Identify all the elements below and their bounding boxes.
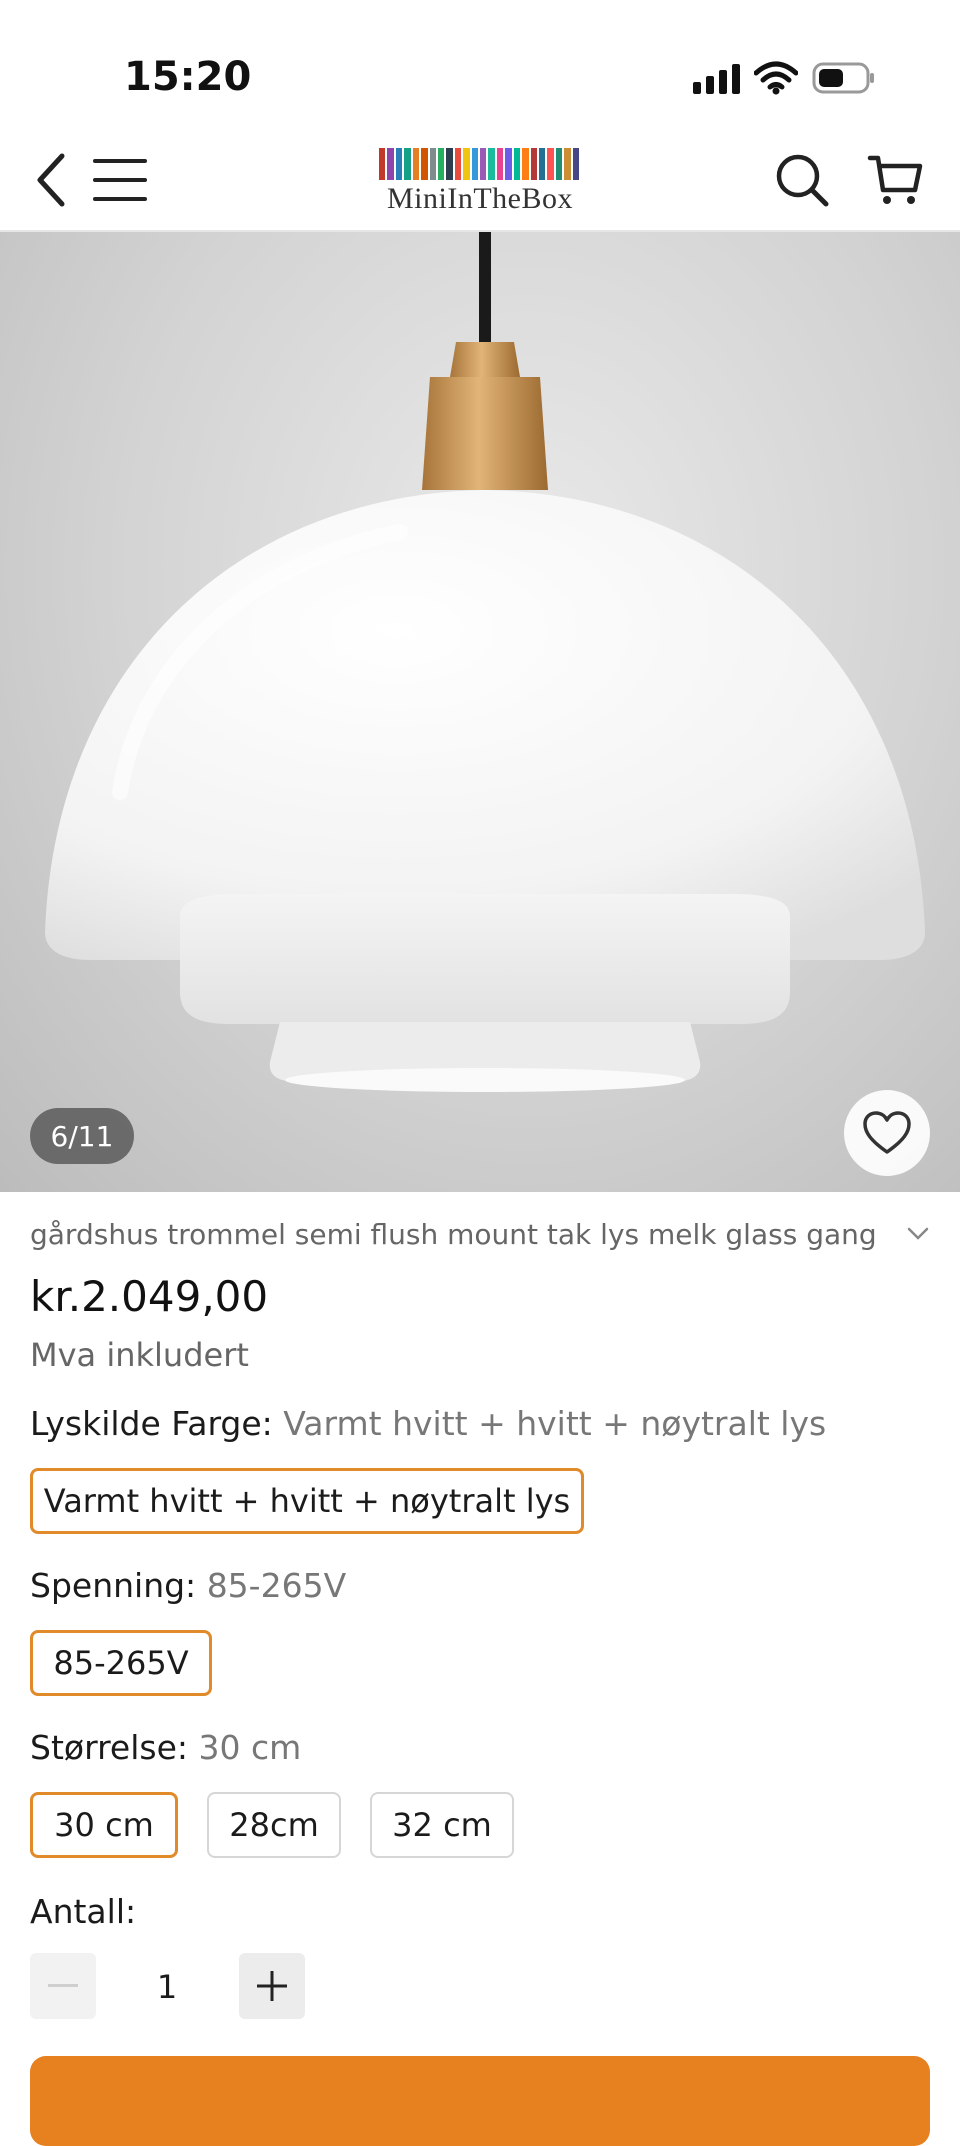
size-option-32[interactable]: 32 cm [370,1792,514,1858]
logo-text: MiniInTheBox [387,182,573,215]
chevron-down-icon[interactable] [906,1226,930,1242]
light-color-selected: Varmt hvitt + hvitt + nøytralt lys [283,1404,827,1443]
cart-icon[interactable] [864,148,928,212]
top-navigation: MiniInTheBox [0,130,960,232]
wifi-icon [754,61,798,95]
favorite-button[interactable] [844,1090,930,1176]
vat-note: Mva inkludert [30,1336,249,1374]
search-icon[interactable] [770,148,834,212]
battery-icon [812,61,876,95]
cellular-signal-icon [693,62,740,94]
back-icon[interactable] [20,148,84,212]
product-title-row[interactable]: gårdshus trommel semi flush mount tak ly… [30,1210,930,1258]
status-time: 15:20 [124,54,252,100]
decrease-quantity-button[interactable] [30,1953,96,2019]
product-price: kr.2.049,00 [30,1272,269,1321]
voltage-label: Spenning: 85-265V [30,1566,346,1605]
product-image[interactable]: 6/11 [0,232,960,1192]
increase-quantity-button[interactable] [239,1953,305,2019]
size-label: Størrelse: 30 cm [30,1728,301,1767]
store-logo[interactable]: MiniInTheBox [378,148,582,216]
size-selected: 30 cm [198,1728,302,1767]
voltage-label-text: Spenning: [30,1566,197,1605]
product-title: gårdshus trommel semi flush mount tak ly… [30,1217,877,1251]
heart-icon [863,1111,911,1154]
add-to-cart-button[interactable] [30,2056,930,2146]
size-option-30[interactable]: 30 cm [30,1792,178,1858]
logo-stripes [379,148,581,180]
plus-icon [257,1971,287,2001]
status-icons [693,60,876,96]
light-color-label-text: Lyskilde Farge: [30,1404,273,1443]
image-counter: 6/11 [30,1108,134,1164]
menu-icon[interactable] [88,148,152,212]
light-color-option[interactable]: Varmt hvitt + hvitt + nøytralt lys [30,1468,584,1534]
voltage-option[interactable]: 85-265V [30,1630,212,1696]
size-label-text: Størrelse: [30,1728,188,1767]
pendant-lamp-illustration [45,232,925,1092]
light-color-label: Lyskilde Farge: Varmt hvitt + hvitt + nø… [30,1404,826,1443]
size-option-28[interactable]: 28cm [207,1792,341,1858]
voltage-selected: 85-265V [206,1566,347,1605]
quantity-value[interactable]: 1 [120,1960,214,2014]
quantity-label: Antall: [30,1892,137,1931]
status-bar: 15:20 [0,0,960,130]
minus-icon [48,1984,78,1987]
